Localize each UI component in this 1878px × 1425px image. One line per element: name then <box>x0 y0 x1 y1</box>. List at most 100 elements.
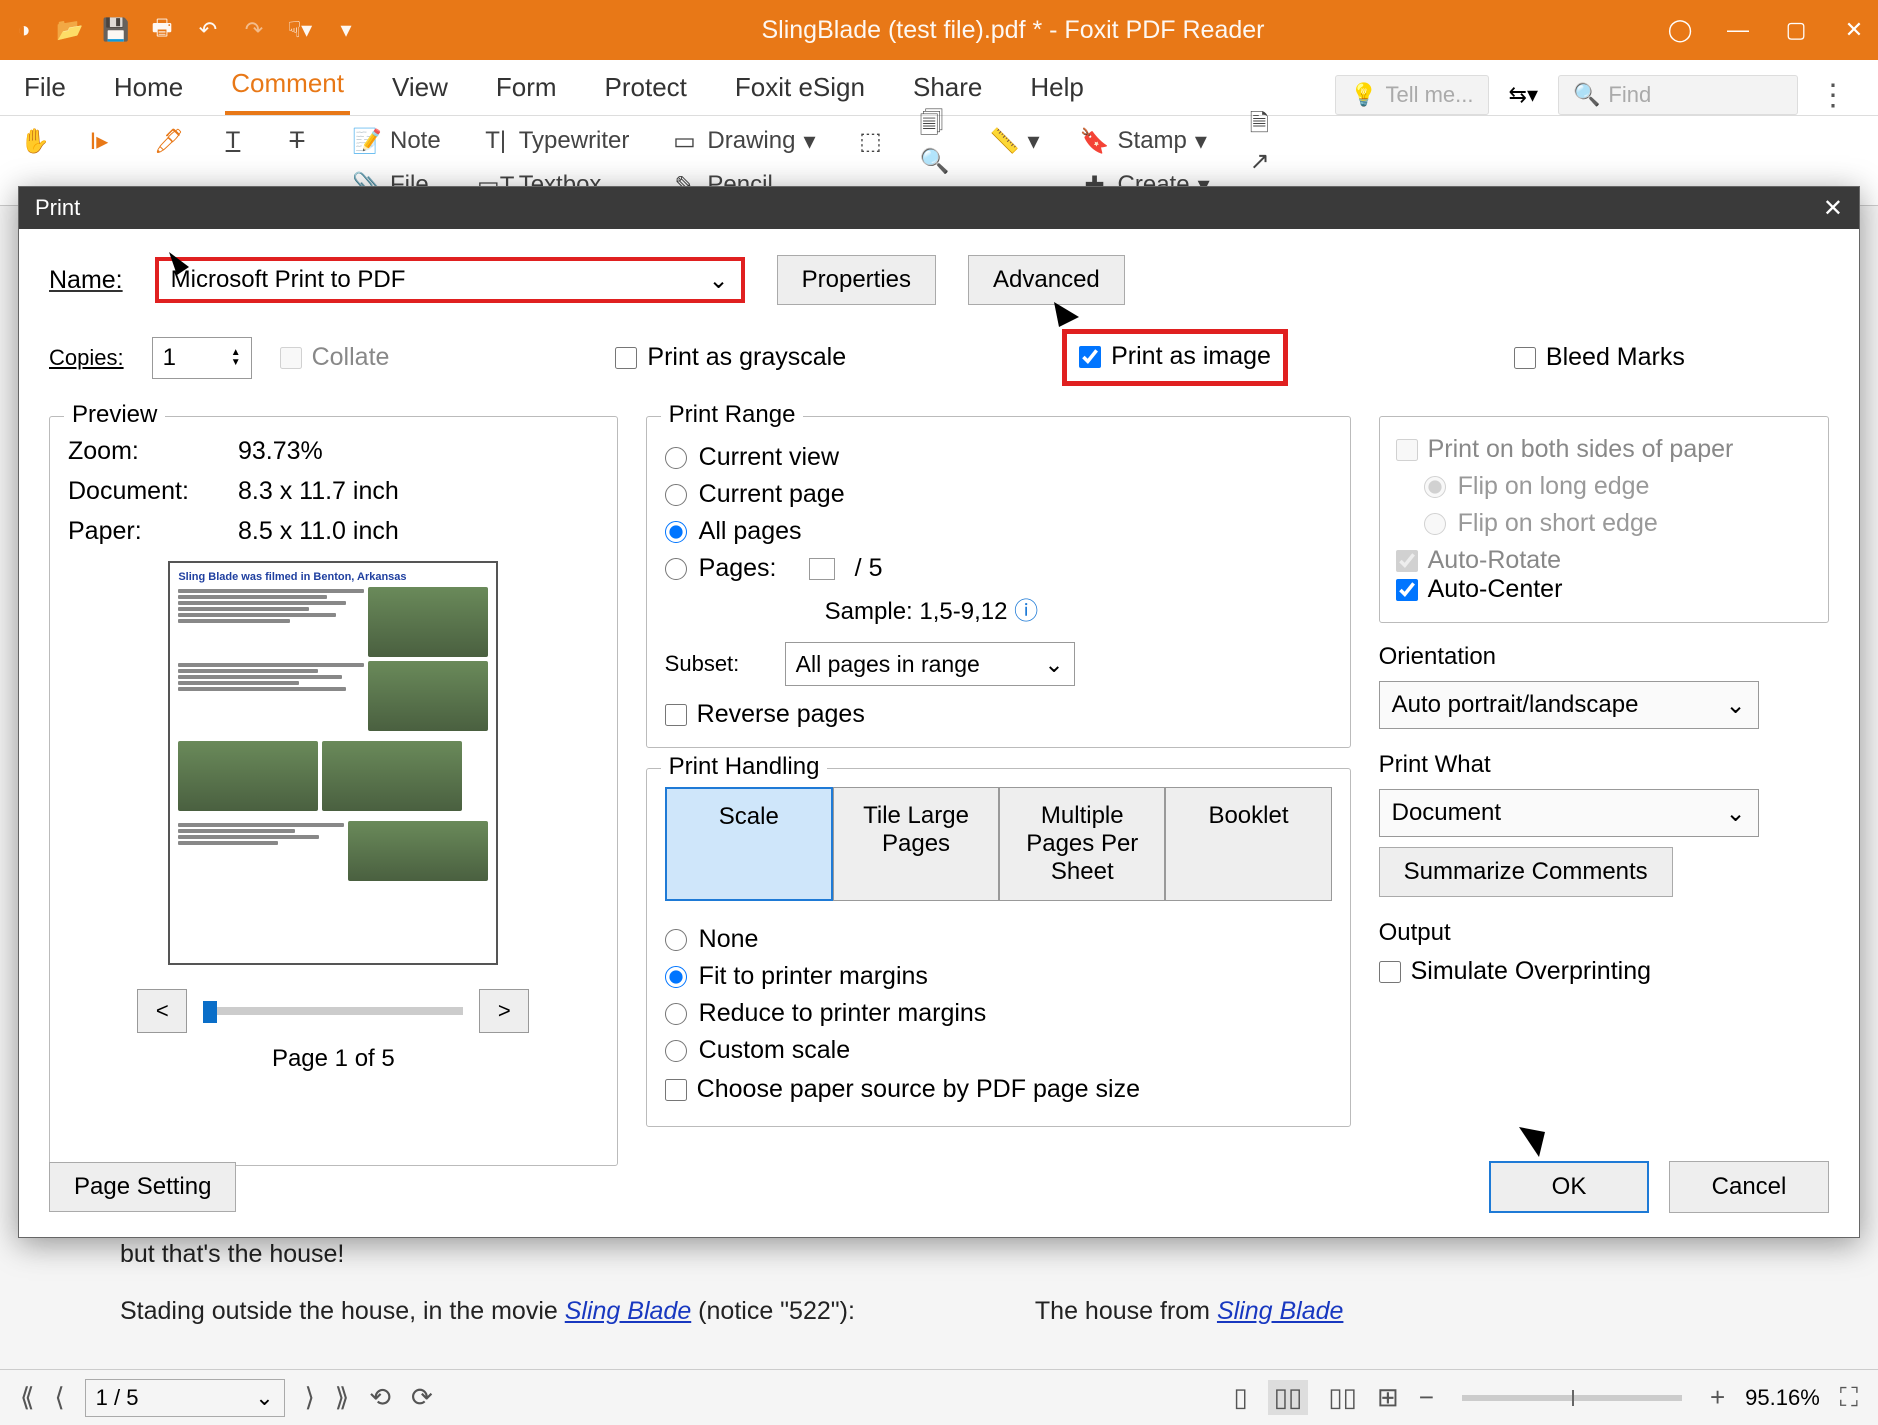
qat-dropdown-icon[interactable]: ▾ <box>332 16 360 44</box>
preview-prev-button[interactable]: < <box>137 989 187 1033</box>
stamp-tool[interactable]: 🔖Stamp ▾ <box>1072 122 1218 160</box>
save-icon[interactable]: 💾 <box>102 16 130 44</box>
preview-next-button[interactable]: > <box>479 989 529 1033</box>
radio-custom-input[interactable] <box>665 1040 687 1062</box>
print-icon[interactable]: 🖶 <box>148 16 176 44</box>
cancel-button[interactable]: Cancel <box>1669 1161 1829 1213</box>
view-single-icon[interactable]: ▯ <box>1233 1382 1247 1413</box>
radio-all-pages[interactable]: All pages <box>665 517 1332 546</box>
radio-current-view-input[interactable] <box>665 447 687 469</box>
view-cont-facing-icon[interactable]: ⊞ <box>1377 1382 1399 1413</box>
typewriter-tool[interactable]: T|Typewriter <box>473 122 638 160</box>
bleed-marks-input[interactable] <box>1514 347 1536 369</box>
measure-tool[interactable]: 📏▾ <box>981 122 1047 160</box>
ab-dropdown-icon[interactable]: ⇆▾ <box>1509 82 1538 108</box>
underline-tool[interactable]: T <box>210 122 256 160</box>
close-window-icon[interactable]: ✕ <box>1840 16 1868 44</box>
radio-reduce[interactable]: Reduce to printer margins <box>665 999 1332 1028</box>
tab-home[interactable]: Home <box>108 60 189 115</box>
doc-link-1[interactable]: Sling Blade <box>565 1297 691 1325</box>
select-tool[interactable]: I▸ <box>76 122 122 160</box>
spin-down-icon[interactable]: ▼ <box>231 358 241 368</box>
radio-reduce-input[interactable] <box>665 1003 687 1025</box>
bleed-marks-checkbox[interactable]: Bleed Marks <box>1514 343 1685 372</box>
zoom-out-icon[interactable]: − <box>1419 1382 1434 1413</box>
subset-select[interactable]: All pages in range ⌄ <box>785 642 1075 686</box>
close-icon[interactable]: ✕ <box>1823 194 1843 223</box>
drawing-tool[interactable]: ▭Drawing ▾ <box>661 122 823 160</box>
tab-foxit-esign[interactable]: Foxit eSign <box>729 60 871 115</box>
maximize-icon[interactable]: ▢ <box>1782 16 1810 44</box>
hand-tool[interactable]: ✋ <box>12 122 58 160</box>
radio-current-page-input[interactable] <box>665 484 687 506</box>
info-icon[interactable]: ⓘ <box>1014 598 1038 625</box>
tell-me-search[interactable]: 💡 Tell me... <box>1335 75 1488 115</box>
tab-help[interactable]: Help <box>1024 60 1089 115</box>
last-page-icon[interactable]: ⟫ <box>335 1382 349 1413</box>
summarize-comments-button[interactable]: Summarize Comments <box>1379 847 1673 897</box>
print-as-image-input[interactable] <box>1079 346 1101 368</box>
search-highlight-tool[interactable]: 🗐🔍 <box>911 122 957 160</box>
tab-multiple[interactable]: Multiple Pages Per Sheet <box>999 787 1165 901</box>
view-continuous-icon[interactable]: ▯▯ <box>1268 1380 1309 1415</box>
copies-input[interactable]: 1 ▲▼ <box>152 337 252 379</box>
radio-custom[interactable]: Custom scale <box>665 1036 1332 1065</box>
user-icon[interactable]: ◯ <box>1666 16 1694 44</box>
simulate-input[interactable] <box>1379 961 1401 983</box>
radio-pages[interactable]: Pages: / 5 <box>665 554 1332 583</box>
radio-none[interactable]: None <box>665 925 1332 954</box>
printer-select[interactable]: Microsoft Print to PDF ⌄ <box>155 257 745 303</box>
fullscreen-icon[interactable]: ⛶ <box>1840 1382 1858 1414</box>
ok-button[interactable]: OK <box>1489 1161 1649 1213</box>
strikeout-tool[interactable]: T <box>274 122 320 160</box>
properties-button[interactable]: Properties <box>777 255 936 305</box>
undo-icon[interactable]: ↶ <box>194 16 222 44</box>
radio-current-view[interactable]: Current view <box>665 443 1332 472</box>
reverse-pages-input[interactable] <box>665 704 687 726</box>
page-number-combo[interactable]: 1 / 5 ⌄ <box>85 1379 285 1417</box>
radio-fit[interactable]: Fit to printer margins <box>665 962 1332 991</box>
orientation-select[interactable]: Auto portrait/landscape ⌄ <box>1379 681 1759 729</box>
tab-form[interactable]: Form <box>490 60 563 115</box>
rotate-cw-icon[interactable]: ⟳ <box>411 1382 433 1413</box>
advanced-button[interactable]: Advanced <box>968 255 1125 305</box>
radio-pages-input[interactable] <box>665 558 687 580</box>
radio-none-input[interactable] <box>665 929 687 951</box>
prev-page-icon[interactable]: ⟨ <box>54 1382 64 1413</box>
zoom-in-icon[interactable]: + <box>1710 1382 1725 1413</box>
tab-comment[interactable]: Comment <box>225 56 350 115</box>
grayscale-input[interactable] <box>615 347 637 369</box>
radio-fit-input[interactable] <box>665 966 687 988</box>
doc-link-2[interactable]: Sling Blade <box>1217 1297 1343 1325</box>
preview-slider[interactable] <box>203 1007 463 1015</box>
choose-paper-source-checkbox[interactable]: Choose paper source by PDF page size <box>665 1075 1332 1104</box>
tab-protect[interactable]: Protect <box>599 60 693 115</box>
spin-up-icon[interactable]: ▲ <box>231 348 241 358</box>
ribbon-more-icon[interactable]: ⋮ <box>1818 78 1848 113</box>
view-facing-icon[interactable]: ▯▯ <box>1328 1382 1357 1413</box>
slider-handle[interactable] <box>203 1001 217 1023</box>
area-tool[interactable]: ⬚ <box>847 122 893 160</box>
tab-file[interactable]: File <box>18 60 72 115</box>
auto-center-checkbox[interactable]: Auto-Center <box>1396 575 1812 604</box>
note-tool[interactable]: 📝Note <box>344 122 449 160</box>
first-page-icon[interactable]: ⟪ <box>20 1382 34 1413</box>
minimize-icon[interactable]: ― <box>1724 16 1752 44</box>
reverse-pages-checkbox[interactable]: Reverse pages <box>665 700 1332 729</box>
tab-scale[interactable]: Scale <box>665 787 833 901</box>
hand-icon[interactable]: ☟▾ <box>286 16 314 44</box>
find-input[interactable]: 🔍 Find <box>1558 75 1798 115</box>
tab-view[interactable]: View <box>386 60 454 115</box>
print-what-select[interactable]: Document ⌄ <box>1379 789 1759 837</box>
highlight-tool[interactable]: 🖊 <box>146 122 192 160</box>
grayscale-checkbox[interactable]: Print as grayscale <box>615 343 846 372</box>
next-page-icon[interactable]: ⟩ <box>305 1382 315 1413</box>
open-icon[interactable]: 📂 <box>56 16 84 44</box>
print-as-image-checkbox[interactable]: Print as image <box>1062 329 1288 386</box>
zoom-slider[interactable] <box>1462 1395 1682 1401</box>
redo-icon[interactable]: ↷ <box>240 16 268 44</box>
choose-paper-input[interactable] <box>665 1079 687 1101</box>
auto-center-input[interactable] <box>1396 579 1418 601</box>
radio-current-page[interactable]: Current page <box>665 480 1332 509</box>
tab-tile[interactable]: Tile Large Pages <box>833 787 999 901</box>
